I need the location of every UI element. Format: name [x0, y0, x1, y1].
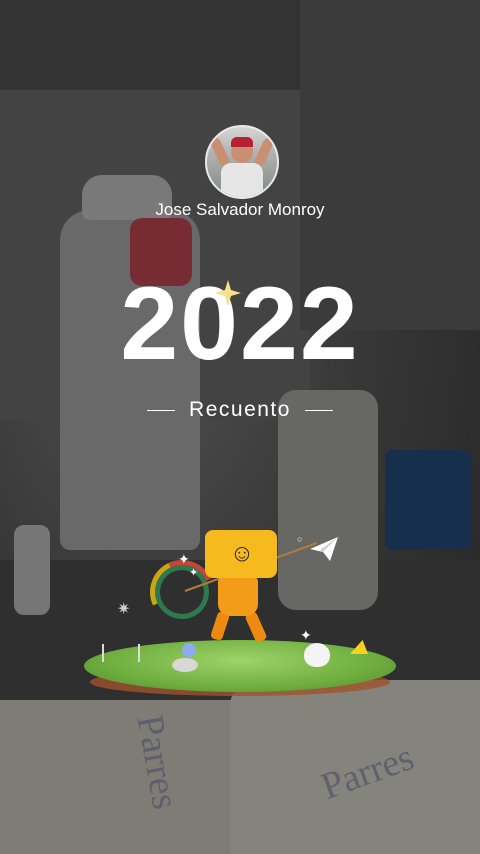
- star-icon: ✷: [117, 601, 131, 618]
- avatar[interactable]: [205, 125, 279, 199]
- star-icon: ✦: [189, 567, 199, 579]
- robot-face-icon: ☺: [229, 540, 255, 567]
- recap-stage: Parres Parres Jose Salvador Monroy 2022 …: [0, 0, 480, 854]
- paper-plane-icon: [310, 537, 338, 561]
- flower-icon: [182, 643, 196, 657]
- recap-subtitle-row: Recuento: [0, 395, 480, 425]
- circle-icon: ○: [297, 534, 303, 544]
- subtitle-divider-right: [304, 409, 333, 411]
- rock-icon: [172, 658, 198, 672]
- fence-icon: [102, 644, 140, 662]
- star-icon: ✦: [178, 551, 190, 567]
- subtitle-divider-left: [147, 409, 176, 411]
- robot-body: [218, 576, 258, 616]
- username: Jose Salvador Monroy: [155, 200, 325, 219]
- recap-subtitle: Recuento: [189, 398, 291, 421]
- chick-icon: [304, 643, 330, 667]
- star-icon: ✦: [300, 627, 312, 643]
- sparkle-icon: [215, 280, 241, 306]
